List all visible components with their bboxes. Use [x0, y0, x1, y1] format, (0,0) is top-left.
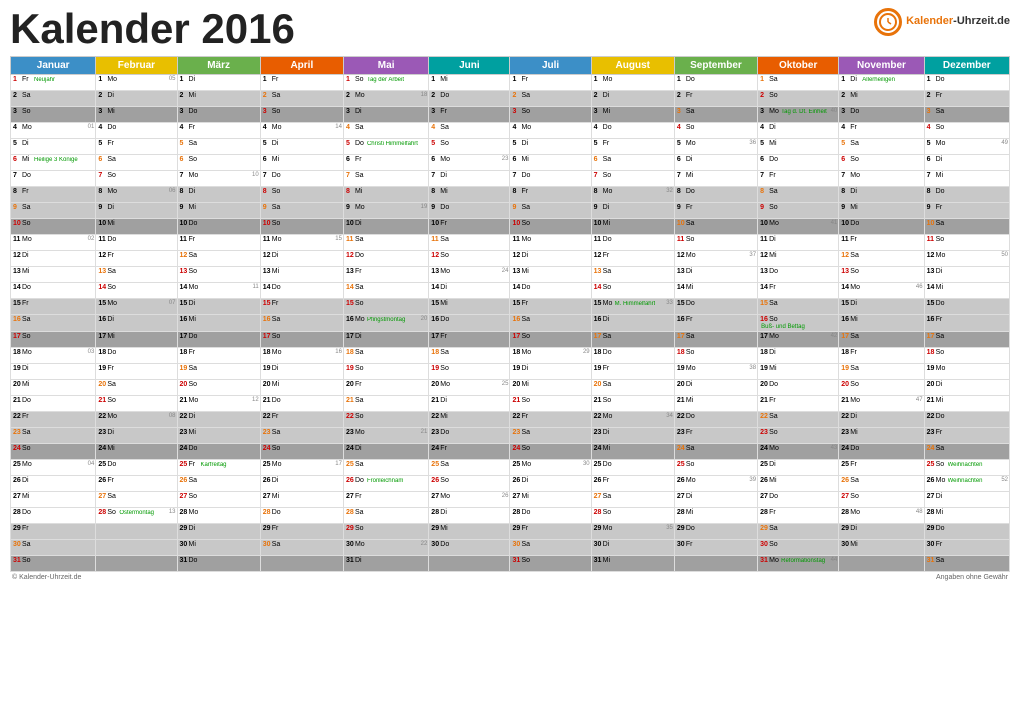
table-row: 20Mi 20Sa 20So 20Mi 20Fr 20Mo25 20Mi 20S… — [11, 380, 1010, 396]
table-row: 24So 24Mi 24Do 24So 24Di 24Fr 24So 24Mi … — [11, 444, 1010, 460]
table-row: 21Do 21So 21Mo12 21Do 21Sa 21Di 21So 21S… — [11, 396, 1010, 412]
month-oktober: Oktober — [758, 57, 839, 75]
table-row: 5Di 5Fr 5Sa 5Di 5DoChristi Himmelfahrt 5… — [11, 139, 1010, 155]
table-row: 30Sa 30Mi 30Sa 30Mo22 30Do 30Sa 30Di 30F… — [11, 540, 1010, 556]
logo: Kalender-Uhrzeit.de — [874, 8, 1010, 36]
table-row: 15Fr 15Mo07 15Di 15Fr 15So 15Mi 15Fr 15M… — [11, 299, 1010, 315]
footer-copyright: © Kalender-Uhrzeit.de — [12, 574, 81, 581]
footer: © Kalender-Uhrzeit.de Angaben ohne Gewäh… — [10, 574, 1010, 581]
table-row: 16Sa 16Di 16Mi 16Sa 16MoPfingstmontag20 … — [11, 315, 1010, 332]
month-juni: Juni — [429, 57, 510, 75]
table-row: 11Mo02 11Do 11Fr 11Mo15 11Sa 11Sa 11Mo 1… — [11, 235, 1010, 251]
month-dezember: Dezember — [924, 57, 1009, 75]
table-row: 18Mo03 18Do 18Fr 18Mo16 18Sa 18Sa 18Mo29… — [11, 348, 1010, 364]
table-row: 10So 10Mi 10Do 10So 10Di 10Fr 10So 10Mi … — [11, 219, 1010, 235]
table-row: 6MiHeilige 3 Könige 6Sa 6So 6Mi 6Fr 6Mo2… — [11, 155, 1010, 171]
month-august: August — [591, 57, 674, 75]
month-april: April — [260, 57, 343, 75]
calendar-table: Januar Februar März April Mai Juni Juli … — [10, 56, 1010, 572]
table-row: 26Di 26Fr 26Sa 26Di 26DoFronleichnam 26S… — [11, 476, 1010, 492]
month-september: September — [674, 57, 757, 75]
table-row: 2Sa 2Di 2Mi 2Sa 2Mo18 2Do 2Sa 2Di 2Fr 2S… — [11, 91, 1010, 107]
month-november: November — [839, 57, 924, 75]
logo-icon — [874, 8, 902, 36]
table-row: 28Do 28SoOstermontag13 28Mo 28Do 28Sa 28… — [11, 508, 1010, 524]
table-row: 7Do 7So 7Mo10 7Do 7Sa 7Di 7Do 7So 7Mi 7F… — [11, 171, 1010, 187]
table-row: 17So 17Mi 17Do 17So 17Di 17Fr 17So 17Sa … — [11, 332, 1010, 348]
table-row: 8Fr 8Mo06 8Di 8So 8Mi 8Mi 8Fr 8Mo32 8Do … — [11, 187, 1010, 203]
month-marz: März — [177, 57, 260, 75]
table-row: 29Fr 29Di 29Fr 29So 29Mi 29Fr 29Mo35 29D… — [11, 524, 1010, 540]
table-row: 3So 3Mi 3Do 3So 3Di 3Fr 3So 3Mi 3Sa 3MoT… — [11, 107, 1010, 123]
month-februar: Februar — [96, 57, 177, 75]
table-row: 14Do 14So 14Mo11 14Do 14Sa 14Di 14Do 14S… — [11, 283, 1010, 299]
table-row: 27Mi 27Sa 27So 27Mi 27Fr 27Mo26 27Mi 27S… — [11, 492, 1010, 508]
table-row: 25Mo04 25Do 25FrKarfreitag 25Mo17 25Sa 2… — [11, 460, 1010, 476]
month-juli: Juli — [510, 57, 591, 75]
footer-disclaimer: Angaben ohne Gewähr — [936, 574, 1008, 581]
table-row: 4Mo01 4Do 4Fr 4Mo14 4Sa 4Sa 4Mo 4Do 4So … — [11, 123, 1010, 139]
table-row: 1FrNeujahr 1Mo05 1Di 1Fr 1SoTag der Arbe… — [11, 75, 1010, 91]
table-row: 19Di 19Fr 19Sa 19Di 19So 19So 19Di 19Fr … — [11, 364, 1010, 380]
month-mai: Mai — [343, 57, 428, 75]
calendar-page: Kalender 2016 Kalender-Uhrzeit.de — [0, 0, 1020, 718]
table-row: 22Fr 22Mo08 22Di 22Fr 22So 22Mi 22Fr 22M… — [11, 412, 1010, 428]
page-title: Kalender 2016 — [10, 8, 295, 50]
header: Kalender 2016 Kalender-Uhrzeit.de — [10, 8, 1010, 50]
month-header-row: Januar Februar März April Mai Juni Juli … — [11, 57, 1010, 75]
table-row: 31So 31Do 31Di 31So 31Mi 31MoReformation… — [11, 556, 1010, 572]
logo-text: Kalender-Uhrzeit.de — [906, 15, 1010, 28]
calendar-body: 1FrNeujahr 1Mo05 1Di 1Fr 1SoTag der Arbe… — [11, 75, 1010, 572]
month-januar: Januar — [11, 57, 96, 75]
table-row: 23Sa 23Di 23Mi 23Sa 23Mo21 23Do 23Sa 23D… — [11, 428, 1010, 444]
table-row: 9Sa 9Di 9Mi 9Sa 9Mo19 9Do 9Sa 9Di 9Fr 9S… — [11, 203, 1010, 219]
table-row: 12Di 12Fr 12Sa 12Di 12Do 12So 12Di 12Fr … — [11, 251, 1010, 267]
table-row: 13Mi 13Sa 13So 13Mi 13Fr 13Mo24 13Mi 13S… — [11, 267, 1010, 283]
